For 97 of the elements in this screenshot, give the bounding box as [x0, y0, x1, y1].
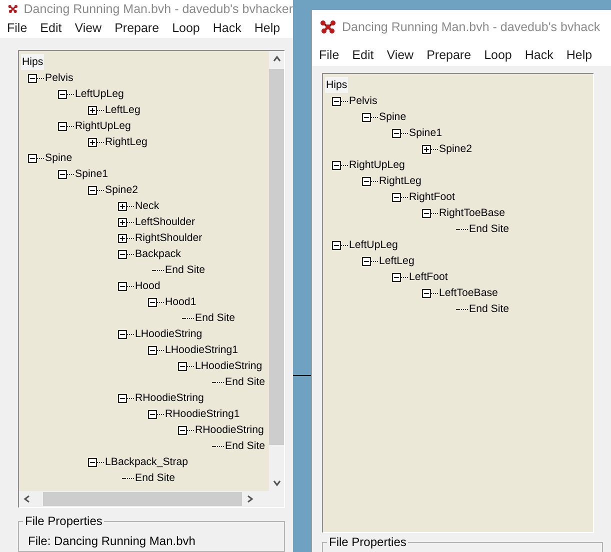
tree-node[interactable]: LeftShoulder — [134, 214, 196, 230]
app-logo-icon — [320, 20, 336, 34]
tree-node[interactable]: RightFoot — [408, 189, 456, 205]
expand-icon[interactable] — [88, 106, 97, 114]
tree-node[interactable]: RightLeg — [104, 134, 148, 150]
tree-node[interactable]: Spine2 — [104, 182, 139, 198]
menu-item[interactable]: Loop — [172, 20, 200, 34]
tree-node[interactable]: LHoodieString — [134, 326, 204, 342]
collapse-icon[interactable] — [88, 458, 97, 466]
tree-node[interactable]: Pelvis — [348, 93, 378, 109]
collapse-icon[interactable] — [148, 410, 157, 418]
expand-icon[interactable] — [422, 144, 431, 154]
expand-icon[interactable] — [118, 234, 127, 242]
tree-node[interactable]: RightUpLeg — [348, 157, 406, 173]
tree-node[interactable]: End Site — [194, 310, 236, 326]
tree-node[interactable]: Pelvis — [44, 70, 74, 86]
menu-item[interactable]: Help — [254, 20, 280, 34]
group-title: File Properties — [24, 514, 104, 528]
tree-node[interactable]: RHoodieString1 — [164, 406, 241, 422]
tree-node[interactable]: RightShoulder — [134, 230, 204, 246]
tree-node[interactable]: End Site — [224, 438, 266, 454]
tree-node[interactable]: RHoodieString — [194, 422, 265, 438]
tree-node[interactable]: RightUpLeg — [74, 118, 132, 134]
tree-node[interactable]: LeftUpLeg — [348, 237, 399, 253]
tree-node[interactable]: LHoodieString — [194, 358, 264, 374]
menu-item[interactable]: Hack — [524, 48, 554, 62]
tree-node[interactable]: Hood1 — [164, 294, 198, 310]
window-title: Dancing Running Man.bvh - davedub's bvhacker — [24, 2, 293, 16]
tree-node[interactable]: End Site — [134, 470, 176, 486]
collapse-icon[interactable] — [422, 208, 431, 218]
collapse-icon[interactable] — [58, 90, 67, 98]
file-name: File: Dancing Running Man.bvh — [28, 534, 196, 548]
collapse-icon[interactable] — [422, 288, 431, 298]
collapse-icon[interactable] — [58, 122, 67, 130]
tree-node[interactable]: Backpack — [134, 246, 182, 262]
tree-node[interactable]: LBackpack_Strap — [104, 454, 190, 470]
tree-node[interactable]: RHoodieString — [134, 390, 205, 406]
collapse-icon[interactable] — [332, 96, 341, 106]
menu-item[interactable]: View — [386, 48, 414, 62]
horizontal-scrollbar[interactable] — [19, 491, 269, 507]
tree-node[interactable]: RightToeBase — [438, 205, 506, 221]
tree-node[interactable]: Hood — [134, 278, 162, 294]
collapse-icon[interactable] — [118, 250, 127, 258]
collapse-icon[interactable] — [332, 240, 341, 250]
collapse-icon[interactable] — [392, 192, 401, 202]
collapse-icon[interactable] — [118, 282, 127, 290]
menu-item[interactable]: Prepare — [426, 48, 472, 62]
group-title: File Properties — [328, 535, 408, 549]
tree-node[interactable]: LeftToeBase — [438, 285, 499, 301]
tree-node[interactable]: LHoodieString1 — [164, 342, 240, 358]
collapse-icon[interactable] — [178, 426, 187, 434]
tree-node[interactable]: LeftUpLeg — [74, 86, 125, 102]
collapse-icon[interactable] — [362, 112, 371, 122]
menu-item[interactable]: Hack — [212, 20, 242, 34]
collapse-icon[interactable] — [332, 160, 341, 170]
window-title: Dancing Running Man.bvh - davedub's bvhack — [342, 20, 600, 34]
tree-node[interactable]: Spine — [378, 109, 408, 125]
collapse-icon[interactable] — [118, 394, 127, 402]
tree-node[interactable]: End Site — [468, 301, 510, 317]
tree-node[interactable]: End Site — [224, 374, 266, 390]
tree-node[interactable]: LeftLeg — [378, 253, 416, 269]
tree-node[interactable]: Spine — [44, 150, 74, 166]
collapse-icon[interactable] — [362, 176, 371, 186]
tree-node[interactable]: End Site — [468, 221, 510, 237]
tree-node[interactable]: Spine1 — [408, 125, 443, 141]
vertical-scrollbar[interactable] — [269, 51, 284, 491]
menu-item[interactable]: Edit — [352, 48, 374, 62]
collapse-icon[interactable] — [148, 298, 157, 306]
menu-item[interactable]: File — [7, 20, 28, 34]
menu-item[interactable]: Loop — [484, 48, 512, 62]
expand-icon[interactable] — [118, 218, 127, 226]
menu-item[interactable]: View — [74, 20, 102, 34]
tree-node[interactable]: Hips — [325, 77, 348, 93]
tree-node[interactable]: RightLeg — [378, 173, 422, 189]
tree-node[interactable]: Hips — [21, 54, 44, 70]
expand-icon[interactable] — [118, 202, 127, 210]
menu-item[interactable]: Edit — [40, 20, 62, 34]
menu-item[interactable]: File — [319, 48, 340, 62]
menu-item[interactable]: Prepare — [114, 20, 160, 34]
tree-node[interactable]: End Site — [164, 262, 206, 278]
collapse-icon[interactable] — [362, 256, 371, 266]
collapse-icon[interactable] — [392, 128, 401, 138]
collapse-icon[interactable] — [88, 186, 97, 194]
collapse-icon[interactable] — [28, 74, 37, 82]
menu-item[interactable]: Help — [566, 48, 592, 62]
tree-node[interactable]: LeftLeg — [104, 102, 142, 118]
tree-node[interactable]: Spine2 — [438, 141, 473, 157]
tree-node[interactable]: LeftFoot — [408, 269, 449, 285]
collapse-icon[interactable] — [178, 362, 187, 370]
collapse-icon[interactable] — [28, 154, 37, 162]
collapse-icon[interactable] — [58, 170, 67, 178]
expand-icon[interactable] — [88, 138, 97, 146]
tree-node[interactable]: Neck — [134, 198, 160, 214]
tree-node[interactable]: Spine1 — [74, 166, 109, 182]
collapse-icon[interactable] — [392, 272, 401, 282]
collapse-icon[interactable] — [148, 346, 157, 354]
collapse-icon[interactable] — [118, 330, 127, 338]
